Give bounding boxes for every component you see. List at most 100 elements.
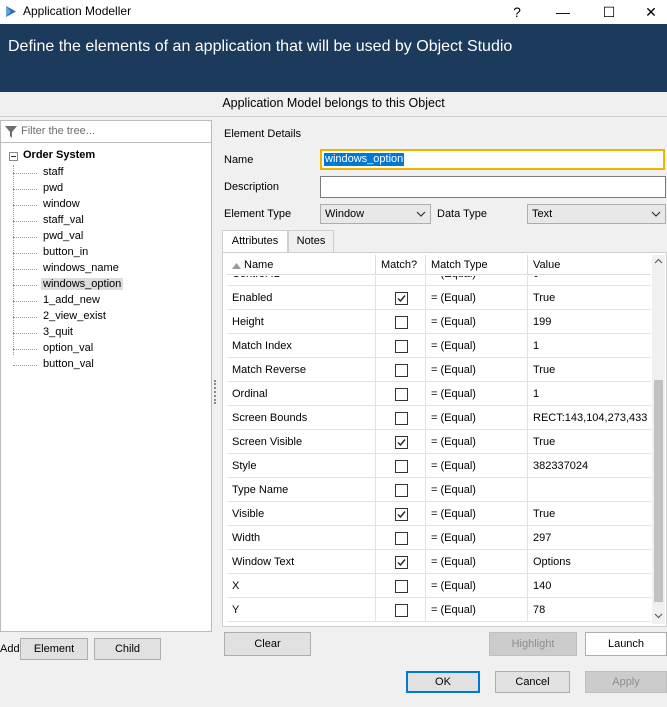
- window-title: Application Modeller: [23, 4, 132, 18]
- match-type-cell[interactable]: = (Equal): [426, 286, 528, 310]
- table-row[interactable]: X = (Equal) 140: [227, 574, 651, 598]
- scrollbar-thumb[interactable]: [654, 380, 663, 602]
- grid-scrollbar[interactable]: [652, 255, 665, 624]
- description-field[interactable]: [320, 176, 666, 198]
- value-cell[interactable]: 199: [528, 310, 651, 334]
- value-cell[interactable]: True: [528, 502, 651, 526]
- value-cell[interactable]: 78: [528, 598, 651, 622]
- match-checkbox[interactable]: [395, 556, 408, 569]
- minimize-button[interactable]: —: [540, 0, 586, 24]
- collapse-icon[interactable]: [9, 152, 18, 161]
- match-type-cell[interactable]: = (Equal): [426, 550, 528, 574]
- attribute-name: Type Name: [227, 478, 376, 502]
- match-checkbox[interactable]: [395, 604, 408, 617]
- match-checkbox[interactable]: [395, 316, 408, 329]
- match-type-cell[interactable]: = (Equal): [426, 454, 528, 478]
- element-type-value: Window: [325, 208, 365, 220]
- table-row[interactable]: Enabled = (Equal) True: [227, 286, 651, 310]
- table-row[interactable]: Style = (Equal) 382337024: [227, 454, 651, 478]
- header-banner: Define the elements of an application th…: [0, 24, 667, 92]
- match-type-cell[interactable]: = (Equal): [426, 382, 528, 406]
- add-element-button[interactable]: Element: [20, 638, 88, 660]
- table-row[interactable]: Screen Visible = (Equal) True: [227, 430, 651, 454]
- value-cell[interactable]: 382337024: [528, 454, 651, 478]
- value-cell[interactable]: 0: [528, 276, 651, 286]
- match-checkbox[interactable]: [395, 484, 408, 497]
- table-row[interactable]: Type Name = (Equal): [227, 478, 651, 502]
- match-type-cell[interactable]: = (Equal): [426, 430, 528, 454]
- data-type-select[interactable]: Text: [527, 204, 666, 224]
- attribute-name: Width: [227, 526, 376, 550]
- match-type-cell[interactable]: = (Equal): [426, 478, 528, 502]
- match-type-cell[interactable]: = (Equal): [426, 358, 528, 382]
- chevron-down-icon: [416, 211, 426, 217]
- column-header-value[interactable]: Value: [528, 255, 651, 275]
- tab-attributes[interactable]: Attributes: [222, 230, 288, 253]
- help-button[interactable]: ?: [494, 0, 540, 24]
- cancel-button[interactable]: Cancel: [495, 671, 570, 693]
- splitter-handle[interactable]: [214, 380, 216, 404]
- scroll-up-icon[interactable]: [654, 257, 663, 266]
- highlight-button[interactable]: Highlight: [489, 632, 577, 656]
- table-row[interactable]: Match Reverse = (Equal) True: [227, 358, 651, 382]
- value-cell[interactable]: Options: [528, 550, 651, 574]
- match-type-cell[interactable]: = (Equal): [426, 598, 528, 622]
- table-row[interactable]: Match Index = (Equal) 1: [227, 334, 651, 358]
- value-cell[interactable]: [528, 478, 651, 502]
- match-type-cell[interactable]: = (Equal): [426, 406, 528, 430]
- match-checkbox[interactable]: [395, 532, 408, 545]
- table-row[interactable]: Width = (Equal) 297: [227, 526, 651, 550]
- table-row[interactable]: Ordinal = (Equal) 1: [227, 382, 651, 406]
- add-label: Add: [0, 643, 20, 655]
- table-row[interactable]: Control ID = (Equal) 0: [227, 276, 651, 286]
- tab-notes[interactable]: Notes: [288, 230, 334, 252]
- name-field[interactable]: windows_option: [320, 149, 665, 170]
- match-checkbox[interactable]: [395, 508, 408, 521]
- element-type-select[interactable]: Window: [320, 204, 431, 224]
- tree-item-label: pwd: [43, 182, 64, 194]
- match-checkbox[interactable]: [395, 388, 408, 401]
- table-row[interactable]: Visible = (Equal) True: [227, 502, 651, 526]
- table-row[interactable]: Window Text = (Equal) Options: [227, 550, 651, 574]
- column-header-match[interactable]: Match?: [376, 255, 426, 275]
- match-checkbox[interactable]: [395, 292, 408, 305]
- element-type-label: Element Type: [224, 208, 292, 220]
- match-checkbox[interactable]: [395, 436, 408, 449]
- table-row[interactable]: Y = (Equal) 78: [227, 598, 651, 622]
- match-type-cell[interactable]: = (Equal): [426, 334, 528, 358]
- match-type-cell[interactable]: = (Equal): [426, 526, 528, 550]
- value-cell[interactable]: 1: [528, 382, 651, 406]
- value-cell[interactable]: RECT:143,104,273,433: [528, 406, 651, 430]
- value-cell[interactable]: True: [528, 430, 651, 454]
- table-row[interactable]: Screen Bounds = (Equal) RECT:143,104,273,4…: [227, 406, 651, 430]
- match-checkbox[interactable]: [395, 364, 408, 377]
- filter-placeholder: Filter the tree...: [21, 125, 95, 137]
- attribute-name: Window Text: [227, 550, 376, 574]
- column-header-name[interactable]: Name: [227, 255, 376, 275]
- value-cell[interactable]: 297: [528, 526, 651, 550]
- close-button[interactable]: ✕: [628, 0, 667, 24]
- match-type-cell[interactable]: = (Equal): [426, 310, 528, 334]
- value-cell[interactable]: True: [528, 358, 651, 382]
- value-cell[interactable]: 140: [528, 574, 651, 598]
- match-type-cell[interactable]: = (Equal): [426, 276, 528, 286]
- table-row[interactable]: Height = (Equal) 199: [227, 310, 651, 334]
- launch-button[interactable]: Launch: [585, 632, 667, 656]
- filter-input[interactable]: Filter the tree...: [1, 121, 211, 143]
- scroll-down-icon[interactable]: [654, 611, 663, 620]
- match-checkbox[interactable]: [395, 412, 408, 425]
- tree-connector: [13, 349, 37, 350]
- maximize-button[interactable]: ☐: [586, 0, 632, 24]
- value-cell[interactable]: True: [528, 286, 651, 310]
- add-child-button[interactable]: Child: [94, 638, 161, 660]
- column-header-match-type[interactable]: Match Type: [426, 255, 528, 275]
- match-checkbox[interactable]: [395, 340, 408, 353]
- match-type-cell[interactable]: = (Equal): [426, 502, 528, 526]
- value-cell[interactable]: 1: [528, 334, 651, 358]
- match-checkbox[interactable]: [395, 580, 408, 593]
- apply-button[interactable]: Apply: [585, 671, 667, 693]
- match-checkbox[interactable]: [395, 460, 408, 473]
- ok-button[interactable]: OK: [406, 671, 480, 693]
- match-type-cell[interactable]: = (Equal): [426, 574, 528, 598]
- clear-button[interactable]: Clear: [224, 632, 311, 656]
